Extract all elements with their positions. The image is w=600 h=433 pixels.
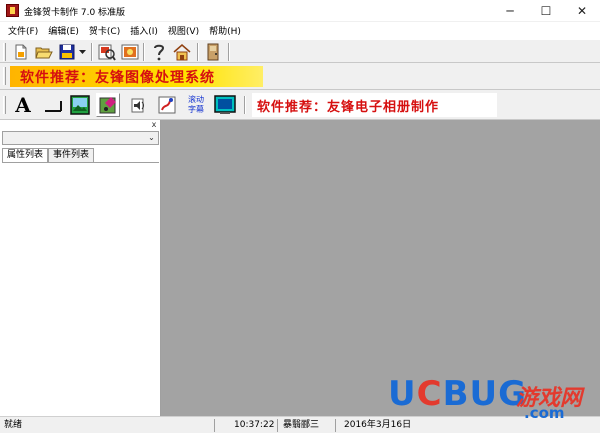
watermark-letter: U xyxy=(388,374,417,414)
menu-bar: 文件(F) 编辑(E) 贺卡(C) 插入(I) 视图(V) 帮助(H) xyxy=(0,22,600,39)
watermark-domain: .com xyxy=(524,404,565,422)
toolbar-separator xyxy=(91,43,93,61)
status-separator xyxy=(335,419,336,432)
home-icon xyxy=(173,44,191,61)
tab-properties[interactable]: 属性列表 xyxy=(2,148,49,162)
card-image-icon xyxy=(121,44,139,60)
object-selector-combo[interactable]: ⌄ xyxy=(2,131,159,145)
insert-music-button[interactable] xyxy=(96,93,120,117)
watermark-letter: C xyxy=(416,374,443,414)
exit-button[interactable] xyxy=(203,42,223,62)
screen-background-icon xyxy=(214,95,236,114)
menu-help[interactable]: 帮助(H) xyxy=(205,24,245,37)
preview-button[interactable] xyxy=(97,42,117,62)
ad-banner-image-software[interactable]: 软件推荐：友锋图像处理系统 xyxy=(10,66,263,87)
title-bar: 金锋贺卡制作 7.0 标准版 ─ ☐ ✕ xyxy=(0,0,600,22)
watermark-brand: UCBUG xyxy=(388,374,527,414)
toolbar-separator xyxy=(143,43,145,61)
ad-toolbar: 软件推荐：友锋图像处理系统 xyxy=(0,63,600,90)
scroll-text-label-1: 滚动 xyxy=(188,95,204,104)
toolbar-grip[interactable] xyxy=(3,43,6,61)
help-button[interactable] xyxy=(149,42,169,62)
insert-background-button[interactable] xyxy=(213,93,237,117)
home-button[interactable] xyxy=(172,42,192,62)
insert-sound-button[interactable] xyxy=(126,93,150,117)
menu-view[interactable]: 视图(V) xyxy=(164,24,203,37)
open-file-button[interactable] xyxy=(34,42,54,62)
status-mode: 暴翳郦三 xyxy=(283,420,320,430)
app-icon xyxy=(6,4,19,17)
panel-close-button[interactable]: x xyxy=(150,121,158,129)
status-text: 就绪 xyxy=(4,420,23,430)
tab-divider xyxy=(2,162,159,163)
insert-image-button[interactable] xyxy=(68,93,92,117)
toolbar-separator xyxy=(244,96,246,114)
ad-banner-album-software[interactable]: 软件推荐：友锋电子相册制作 xyxy=(252,93,497,117)
menu-edit[interactable]: 编辑(E) xyxy=(44,24,83,37)
chevron-down-icon[interactable]: ⌄ xyxy=(145,132,158,144)
preview-magnifier-icon xyxy=(98,44,116,61)
toolbar-separator xyxy=(228,43,230,61)
new-file-icon xyxy=(15,44,27,60)
tab-events[interactable]: 事件列表 xyxy=(48,148,95,162)
card-workspace[interactable] xyxy=(161,120,600,416)
menu-card[interactable]: 贺卡(C) xyxy=(85,24,124,37)
window-title: 金锋贺卡制作 7.0 标准版 xyxy=(24,8,126,18)
picture-icon xyxy=(70,95,90,115)
watermark-letter: B xyxy=(442,374,470,414)
status-separator xyxy=(277,419,278,432)
scroll-text-label-2: 字幕 xyxy=(188,105,204,114)
open-folder-icon xyxy=(35,47,53,59)
insert-text-button[interactable]: A xyxy=(11,93,35,117)
close-button[interactable]: ✕ xyxy=(564,0,600,22)
menu-file[interactable]: 文件(F) xyxy=(4,24,42,37)
properties-panel: x ⌄ 属性列表 事件列表 xyxy=(0,120,161,416)
watermark-letter: U xyxy=(469,374,499,414)
insert-line-button[interactable] xyxy=(41,93,65,117)
toolbar-grip[interactable] xyxy=(3,96,6,114)
music-image-icon xyxy=(99,97,116,114)
maximize-button[interactable]: ☐ xyxy=(528,0,564,22)
ad-banner-text: 软件推荐：友锋图像处理系统 xyxy=(20,69,215,86)
save-button[interactable] xyxy=(57,42,77,62)
door-exit-icon xyxy=(207,43,219,61)
toolbar-separator xyxy=(197,43,199,61)
menu-insert[interactable]: 插入(I) xyxy=(126,24,162,37)
animation-icon xyxy=(158,96,176,114)
chevron-down-icon xyxy=(78,49,86,54)
insert-scroll-text-button[interactable]: 滚动 字幕 xyxy=(184,93,208,117)
standard-toolbar xyxy=(0,39,600,63)
new-file-button[interactable] xyxy=(11,42,31,62)
insert-animation-button[interactable] xyxy=(155,93,179,117)
ad-banner2-text: 软件推荐：友锋电子相册制作 xyxy=(257,99,440,115)
speaker-icon xyxy=(131,98,144,113)
toolbar-grip[interactable] xyxy=(3,67,6,85)
line-tool-icon xyxy=(45,101,62,112)
minimize-button[interactable]: ─ xyxy=(492,0,528,22)
status-date: 2016年3月16日 xyxy=(344,420,412,430)
question-mark-icon xyxy=(154,44,165,61)
save-disk-icon xyxy=(59,44,75,60)
status-separator xyxy=(214,419,215,432)
status-time: 10:37:22 xyxy=(234,420,275,430)
publish-button[interactable] xyxy=(120,42,140,62)
status-bar: 就绪 10:37:22 暴翳郦三 2016年3月16日 xyxy=(0,416,600,433)
save-dropdown-button[interactable] xyxy=(77,42,87,62)
insert-toolbar: A 滚动 字幕 软件推荐：友锋电子相册制作 xyxy=(0,90,600,120)
panel-tab-strip: 属性列表 事件列表 xyxy=(2,148,95,162)
